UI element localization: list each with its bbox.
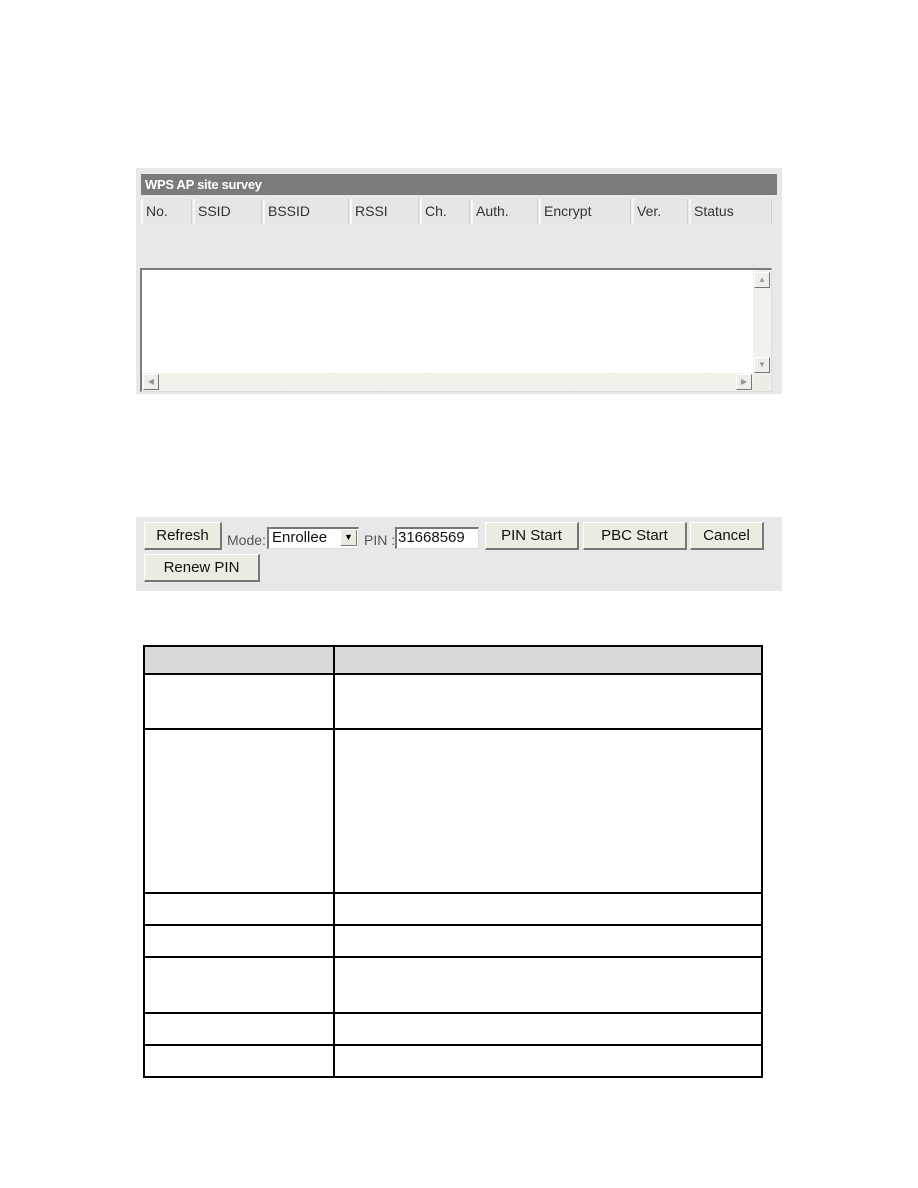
pin-input[interactable]: 31668569 [395, 527, 479, 549]
mode-select[interactable]: Enrollee ▼ [267, 527, 359, 549]
wps-site-survey-panel: WPS AP site survey No. SSID BSSID RSSI C… [136, 168, 782, 394]
table-header-cell [333, 645, 763, 675]
table-cell [143, 1044, 335, 1078]
table-row [143, 1012, 763, 1046]
survey-column-headers: No. SSID BSSID RSSI Ch. Auth. Encrypt Ve… [141, 199, 773, 224]
column-header-status[interactable]: Status [689, 199, 772, 224]
table-cell [333, 1012, 763, 1046]
column-header-channel[interactable]: Ch. [420, 199, 470, 224]
table-cell [333, 956, 763, 1014]
table-row [143, 956, 763, 1014]
table-row [143, 728, 763, 894]
renew-pin-button[interactable]: Renew PIN [144, 554, 260, 582]
column-header-encrypt[interactable]: Encrypt [539, 199, 631, 224]
table-cell [143, 924, 335, 958]
cancel-button[interactable]: Cancel [690, 522, 764, 550]
horizontal-scrollbar[interactable]: ◀ ▶ [142, 373, 753, 391]
column-header-ssid[interactable]: SSID [193, 199, 262, 224]
table-cell [143, 956, 335, 1014]
scrollbar-corner [753, 373, 771, 391]
column-header-bssid[interactable]: BSSID [263, 199, 349, 224]
table-cell [333, 728, 763, 894]
table-header-cell [143, 645, 335, 675]
column-header-auth[interactable]: Auth. [471, 199, 538, 224]
column-header-version[interactable]: Ver. [632, 199, 688, 224]
table-row [143, 673, 763, 730]
vertical-scrollbar[interactable]: ▲ ▼ [753, 270, 771, 373]
mode-selected-value: Enrollee [272, 529, 328, 546]
wps-control-bar: Refresh Mode: Enrollee ▼ PIN : 31668569 … [136, 517, 782, 591]
table-cell [333, 924, 763, 958]
survey-results-list[interactable]: ▲ ▼ ◀ ▶ [140, 268, 772, 392]
scroll-right-icon[interactable]: ▶ [736, 374, 752, 390]
refresh-button[interactable]: Refresh [144, 522, 222, 550]
table-row [143, 924, 763, 958]
table-cell [333, 892, 763, 926]
table-cell [333, 1044, 763, 1078]
mode-label: Mode: [227, 532, 266, 548]
table-header-row [143, 645, 763, 675]
panel-title: WPS AP site survey [141, 174, 777, 195]
table-cell [143, 673, 335, 730]
column-header-rssi[interactable]: RSSI [350, 199, 419, 224]
chevron-down-icon[interactable]: ▼ [341, 530, 357, 546]
table-cell [333, 673, 763, 730]
table-cell [143, 1012, 335, 1046]
pbc-start-button[interactable]: PBC Start [583, 522, 687, 550]
scroll-down-icon[interactable]: ▼ [754, 357, 770, 373]
table-cell [143, 892, 335, 926]
pin-start-button[interactable]: PIN Start [485, 522, 579, 550]
table-cell [143, 728, 335, 894]
description-table [143, 645, 763, 1078]
column-header-no[interactable]: No. [141, 199, 192, 224]
table-row [143, 892, 763, 926]
scroll-up-icon[interactable]: ▲ [754, 272, 770, 288]
table-row [143, 1044, 763, 1078]
scroll-left-icon[interactable]: ◀ [143, 374, 159, 390]
pin-label: PIN : [364, 532, 396, 548]
